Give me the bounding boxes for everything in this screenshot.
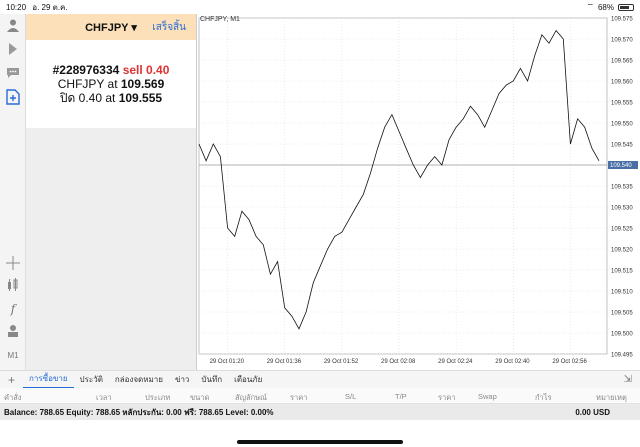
x-tick-label: 29 Oct 02:56 (552, 359, 587, 365)
status-right: ⌔ 68% (586, 2, 634, 12)
column-header: ราคา (438, 393, 456, 402)
done-button[interactable]: เสร็จสิ้น (152, 20, 186, 35)
new-order-icon[interactable] (4, 88, 22, 106)
column-header: T/P (395, 392, 407, 401)
y-tick-label: 109.530 (611, 206, 633, 212)
y-tick-label: 109.535 (611, 185, 633, 191)
column-header: ขนาด (190, 393, 210, 402)
order-ticket: #228976334 (52, 63, 120, 77)
x-tick-label: 29 Oct 01:36 (267, 359, 302, 365)
y-tick-label: 109.525 (611, 227, 633, 233)
y-tick-label: 109.555 (611, 101, 633, 107)
y-tick-label: 109.550 (611, 122, 633, 128)
x-tick-label: 29 Oct 02:08 (381, 359, 416, 365)
y-tick-label: 109.505 (611, 311, 633, 317)
y-tick-label: 109.510 (611, 290, 633, 296)
y-tick-label: 109.570 (611, 38, 633, 44)
column-header: S/L (345, 392, 357, 401)
status-bar: 10:20 อ. 29 ต.ค. ⌔ 68% (0, 0, 640, 14)
trade-columns-header: คำสั่ง เวลา ประเภท ขนาด สัญลักษณ์ ราคา S/L T/P ร… (0, 388, 640, 404)
x-tick-label: 29 Oct 01:52 (324, 359, 359, 365)
tab-1[interactable]: ประวัติ (74, 373, 109, 386)
trade-arrows-icon[interactable] (4, 40, 22, 58)
y-tick-label: 109.575 (611, 17, 633, 23)
objects-icon[interactable] (4, 322, 22, 340)
crosshair-icon[interactable] (4, 254, 22, 272)
plus-icon[interactable]: + (0, 373, 23, 387)
column-header: ประเภท (145, 393, 171, 402)
chart-symbol-label: CHFJPY, M1 (200, 16, 240, 23)
order-open-prefix: CHFJPY at (57, 77, 118, 91)
order-open-price: 109.569 (120, 77, 165, 91)
x-tick-label: 29 Oct 01:20 (210, 359, 245, 365)
indicator-icon[interactable]: f (4, 300, 22, 318)
y-tick-label: 109.545 (611, 143, 633, 149)
order-close-price: 109.555 (118, 91, 163, 105)
tab-4[interactable]: บันทึก (195, 373, 228, 386)
tab-0[interactable]: การซื้อขาย (23, 371, 74, 389)
y-tick-label: 109.515 (611, 269, 633, 275)
tab-5[interactable]: เตือนภัย (228, 373, 268, 386)
status-date: อ. 29 ต.ค. (32, 2, 68, 12)
tab-list: การซื้อขาย ประวัติ กล่องจดหมาย ข่าว บันทึก เต… (23, 371, 268, 389)
order-action: sell 0.40 (122, 63, 170, 77)
tab-3[interactable]: ข่าว (169, 373, 195, 386)
account-icon[interactable] (4, 16, 22, 34)
order-line-1: #228976334 sell 0.40 (53, 63, 170, 77)
expand-icon[interactable]: ⇲ (624, 374, 632, 385)
column-header: กำไร (535, 393, 552, 402)
price-chart[interactable]: CHFJPY, M1 109.575 109.570 109.565 109.560 1… (197, 14, 640, 370)
column-header: เวลา (96, 393, 112, 402)
symbol-select[interactable]: CHFJPY ▾ (85, 21, 137, 34)
left-toolbar: f M1 (0, 14, 26, 370)
home-indicator[interactable] (237, 440, 403, 444)
current-price-label: 109.540 (610, 163, 632, 169)
y-tick-label: 109.565 (611, 59, 633, 65)
balance-text: Balance: 788.65 Equity: 788.65 หลักประกั… (4, 407, 274, 417)
y-tick-label: 109.500 (611, 332, 633, 338)
bottom-tab-bar: + การซื้อขาย ประวัติ กล่องจดหมาย ข่าว บันทึก… (0, 370, 640, 389)
battery-percent: 68% (597, 2, 614, 12)
order-line-2: CHFJPY at 109.569 (58, 77, 165, 91)
column-header: คำสั่ง (4, 393, 22, 402)
y-tick-label: 109.560 (611, 80, 633, 86)
balance-row: Balance: 788.65 Equity: 788.65 หลักประกั… (0, 404, 640, 420)
order-confirmation: #228976334 sell 0.40 CHFJPY at 109.569 ป… (26, 40, 196, 128)
y-tick-label: 109.520 (611, 248, 633, 254)
status-time: 10:20 (6, 2, 27, 12)
tab-2[interactable]: กล่องจดหมาย (109, 373, 169, 386)
x-tick-label: 29 Oct 02:24 (438, 359, 473, 365)
balance-total: 0.00 USD (575, 408, 610, 417)
order-panel: CHFJPY ▾ เสร็จสิ้น #228976334 sell 0.40 … (26, 14, 197, 370)
candles-icon[interactable] (4, 276, 22, 294)
timeframe-icon[interactable]: M1 (4, 346, 22, 364)
wifi-icon: ⌔ (586, 2, 594, 11)
chart-svg[interactable]: 109.575 109.570 109.565 109.560 109.555 109.5… (197, 14, 640, 370)
chat-icon[interactable] (4, 64, 22, 82)
y-tick-label: 109.495 (611, 353, 633, 359)
order-close-prefix: ปิด 0.40 at (59, 91, 116, 105)
column-header: ราคา (290, 393, 308, 402)
column-header: สัญลักษณ์ (235, 393, 268, 402)
order-line-3: ปิด 0.40 at 109.555 (60, 91, 162, 105)
battery-icon (618, 3, 634, 11)
column-header: Swap (478, 392, 497, 401)
column-header: หมายเหตุ (596, 393, 627, 402)
status-left: 10:20 อ. 29 ต.ค. (6, 1, 68, 14)
order-header: CHFJPY ▾ เสร็จสิ้น (26, 14, 196, 40)
x-tick-label: 29 Oct 02:40 (495, 359, 530, 365)
